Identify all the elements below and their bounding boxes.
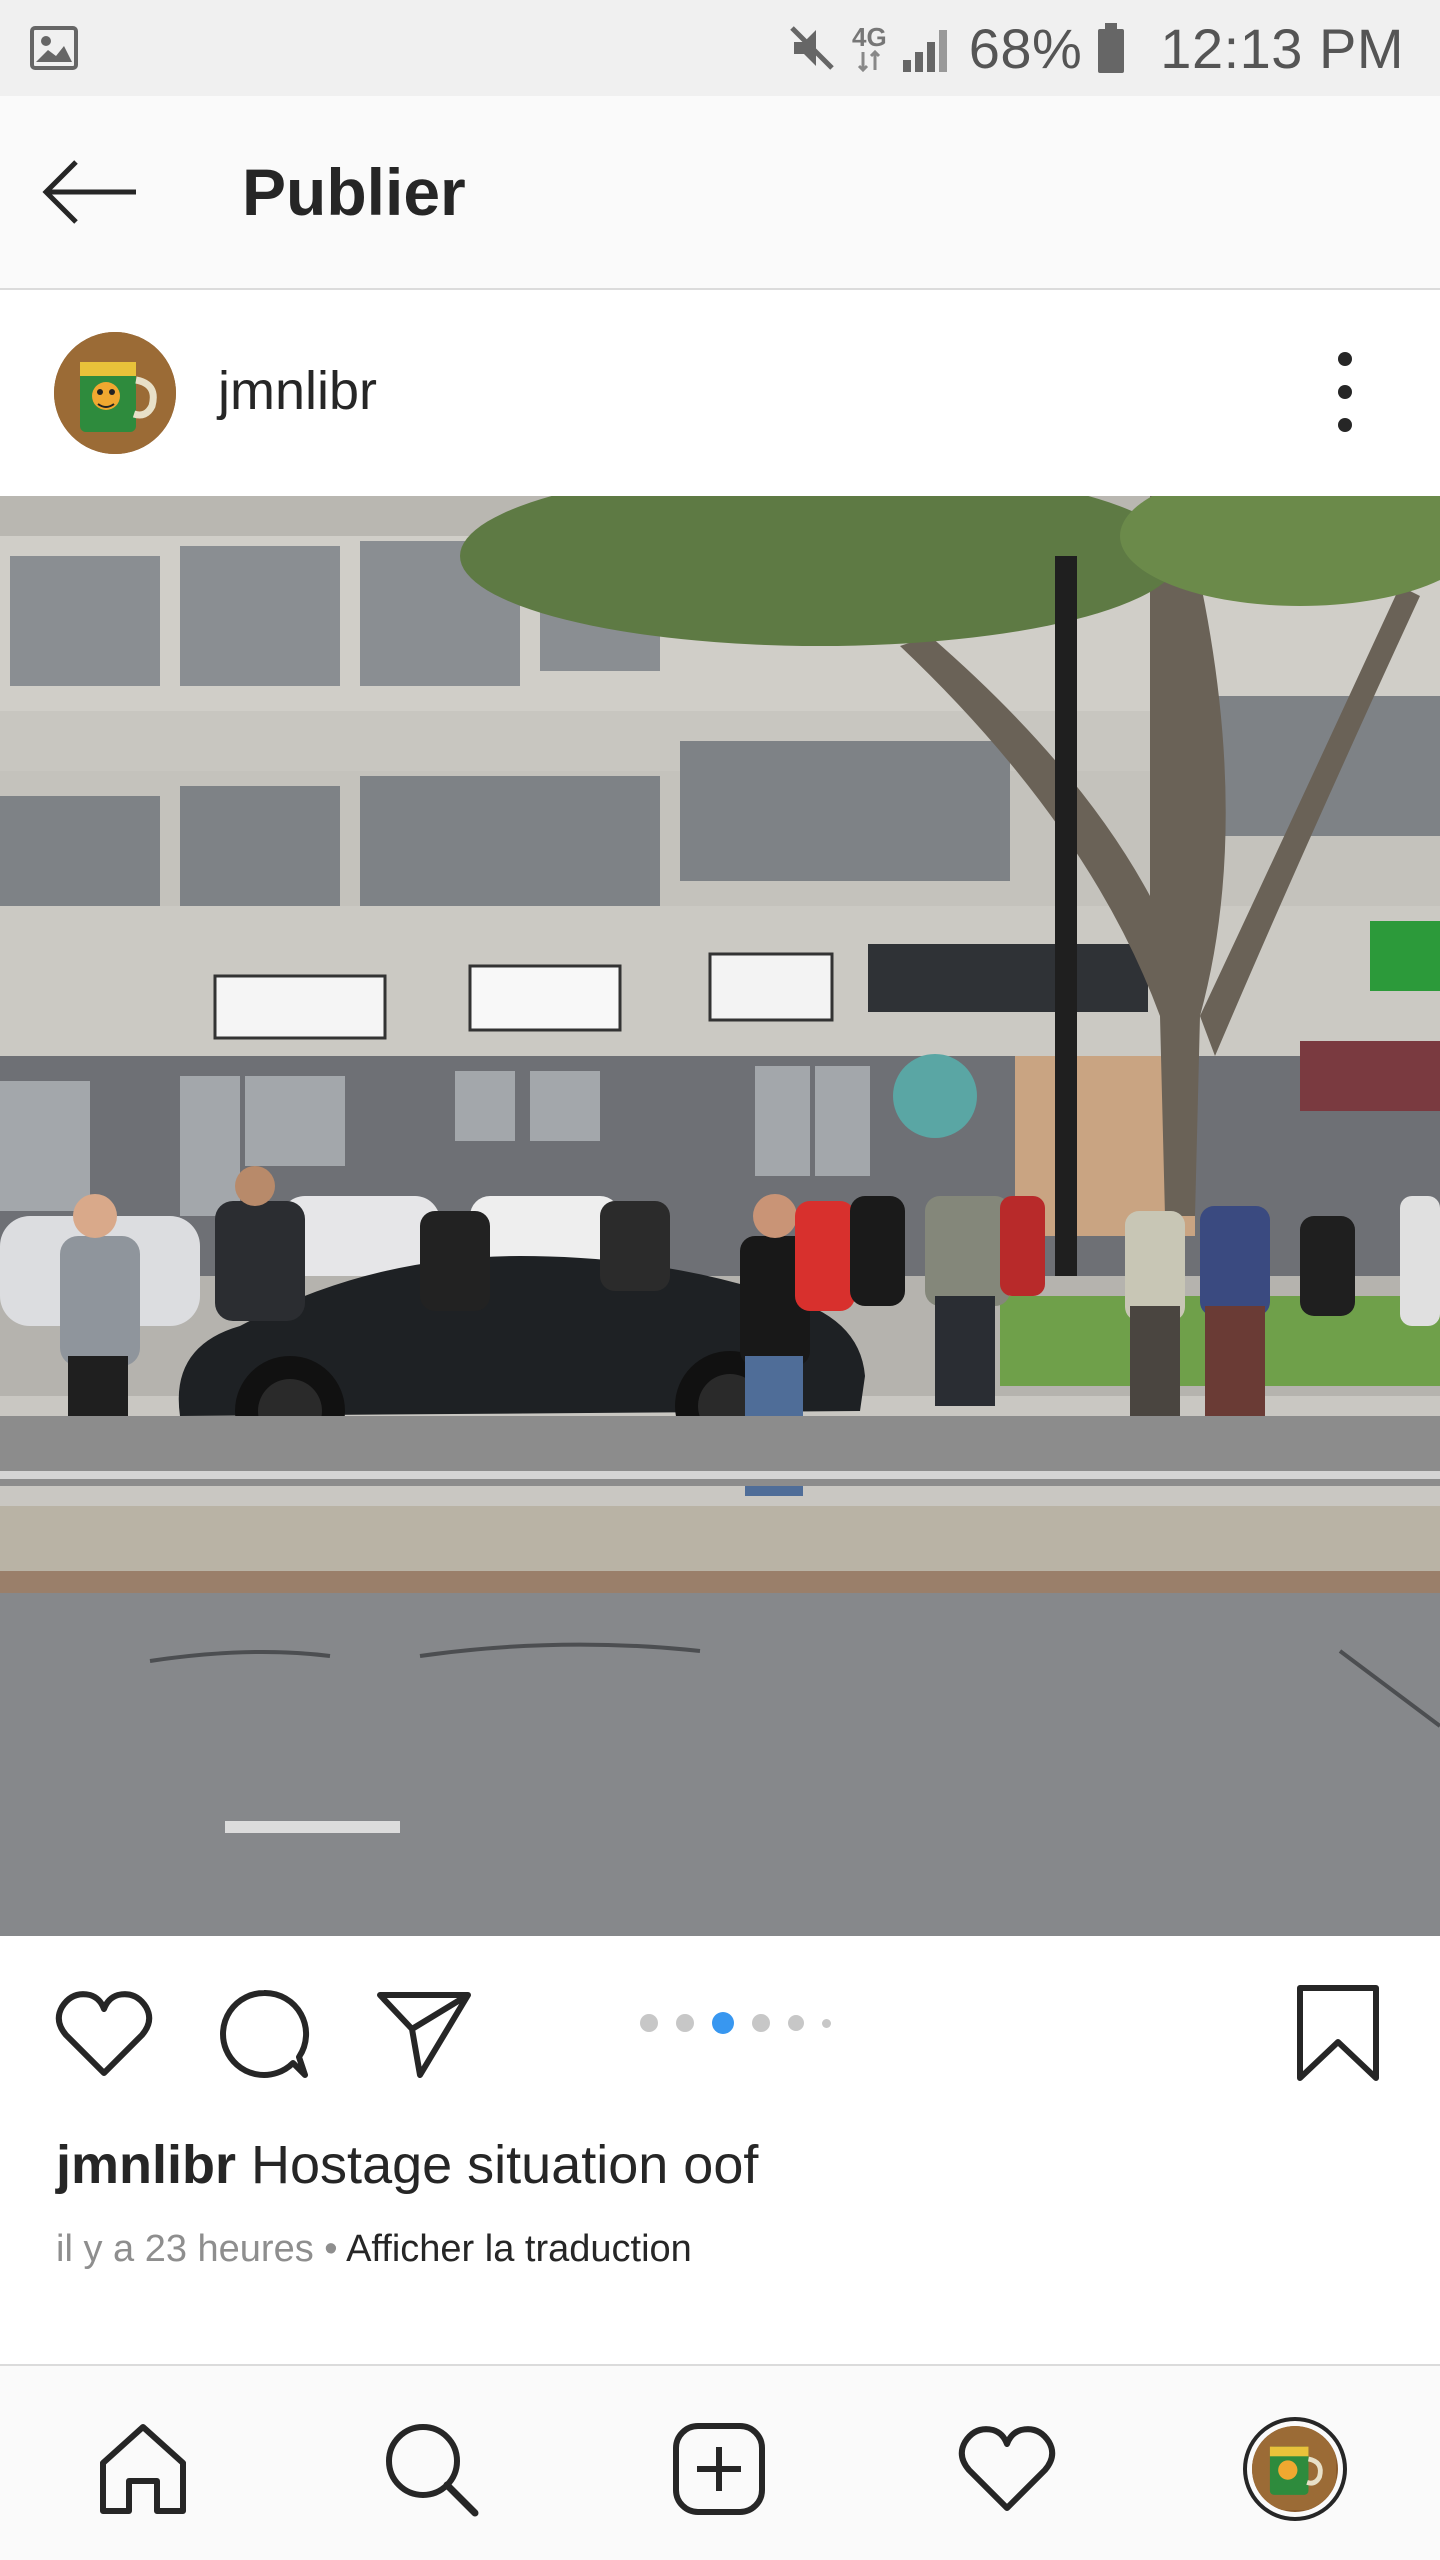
bookmark-icon <box>1297 1985 1379 2081</box>
heart-icon <box>55 1991 153 2076</box>
post-username[interactable]: jmnlibr <box>218 360 377 422</box>
status-bar: 4G 68% 12:13 PM <box>0 0 1440 96</box>
more-dot-icon <box>1338 385 1352 399</box>
nav-search[interactable] <box>376 2414 486 2524</box>
clock: 12:13 PM <box>1160 16 1404 80</box>
carousel-dot <box>640 2014 658 2032</box>
battery-percentage: 68% <box>968 16 1083 80</box>
back-arrow-icon <box>42 160 136 224</box>
top-app-bar: Publier <box>0 96 1440 290</box>
nav-home[interactable] <box>88 2414 198 2524</box>
share-button[interactable] <box>372 1982 476 2086</box>
gallery-icon <box>30 26 78 70</box>
home-icon <box>100 2424 186 2514</box>
battery-icon <box>1098 23 1125 73</box>
caption-text: Hostage situation oof <box>251 2135 759 2195</box>
comment-button[interactable] <box>212 1982 316 2086</box>
post-meta: il y a 23 heures • Afficher la traductio… <box>56 2228 692 2271</box>
nav-profile[interactable] <box>1240 2414 1350 2524</box>
caption-username[interactable]: jmnlibr <box>56 2135 236 2195</box>
nav-activity[interactable] <box>952 2414 1062 2524</box>
carousel-indicator <box>640 2012 831 2034</box>
send-icon <box>377 1992 471 2078</box>
post-timestamp: il y a 23 heures <box>56 2228 314 2270</box>
nav-new-post[interactable] <box>664 2414 774 2524</box>
more-options-button[interactable] <box>1320 352 1370 432</box>
save-button[interactable] <box>1286 1982 1390 2086</box>
profile-avatar <box>1243 2417 1347 2521</box>
bottom-navigation <box>0 2364 1440 2560</box>
carousel-dot-active <box>712 2012 734 2034</box>
heart-icon <box>958 2426 1056 2511</box>
back-button[interactable] <box>40 152 150 232</box>
network-type-icon: 4G <box>852 24 887 72</box>
post-photo[interactable] <box>0 496 1440 1936</box>
signal-icon <box>902 30 947 72</box>
search-icon <box>386 2424 479 2517</box>
more-dot-icon <box>1338 418 1352 432</box>
meta-separator: • <box>324 2228 338 2270</box>
carousel-dot <box>822 2018 831 2028</box>
carousel-dot <box>752 2014 770 2032</box>
like-button[interactable] <box>52 1982 156 2086</box>
street-scene-image <box>0 496 1440 1936</box>
user-avatar[interactable] <box>54 332 176 454</box>
page-title: Publier <box>242 155 466 229</box>
mute-icon <box>790 26 834 70</box>
comment-icon <box>220 1989 310 2078</box>
post-caption: jmnlibr Hostage situation oof <box>56 2134 1396 2196</box>
post-header: jmnlibr <box>0 292 1440 496</box>
carousel-dot <box>788 2015 804 2031</box>
add-post-icon <box>673 2423 765 2515</box>
more-dot-icon <box>1338 352 1352 366</box>
carousel-dot <box>676 2014 694 2032</box>
translate-link[interactable]: Afficher la traduction <box>346 2228 692 2270</box>
